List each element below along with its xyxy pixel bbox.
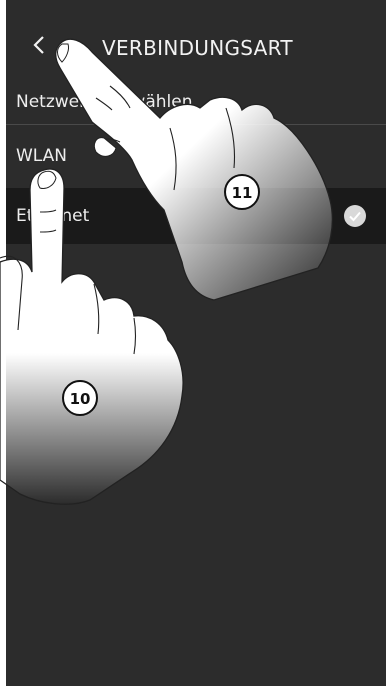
list-item-label: WLAN (16, 146, 68, 166)
chevron-left-icon[interactable] (32, 34, 46, 56)
list-item-network-select[interactable]: Netzwerk auswählen (6, 86, 386, 125)
device-screen: VERBINDUNGSART Netzwerk auswählen WLAN E… (6, 0, 386, 686)
page-title: VERBINDUNGSART (102, 36, 293, 60)
checkmark-icon (344, 205, 366, 227)
header-bar: VERBINDUNGSART (6, 26, 386, 66)
list-item-wlan[interactable]: WLAN (6, 136, 386, 176)
list-item-label: Netzwerk auswählen (16, 92, 193, 112)
list-item-ethernet[interactable]: Ethernet (6, 188, 386, 244)
list-item-label: Ethernet (16, 206, 90, 226)
